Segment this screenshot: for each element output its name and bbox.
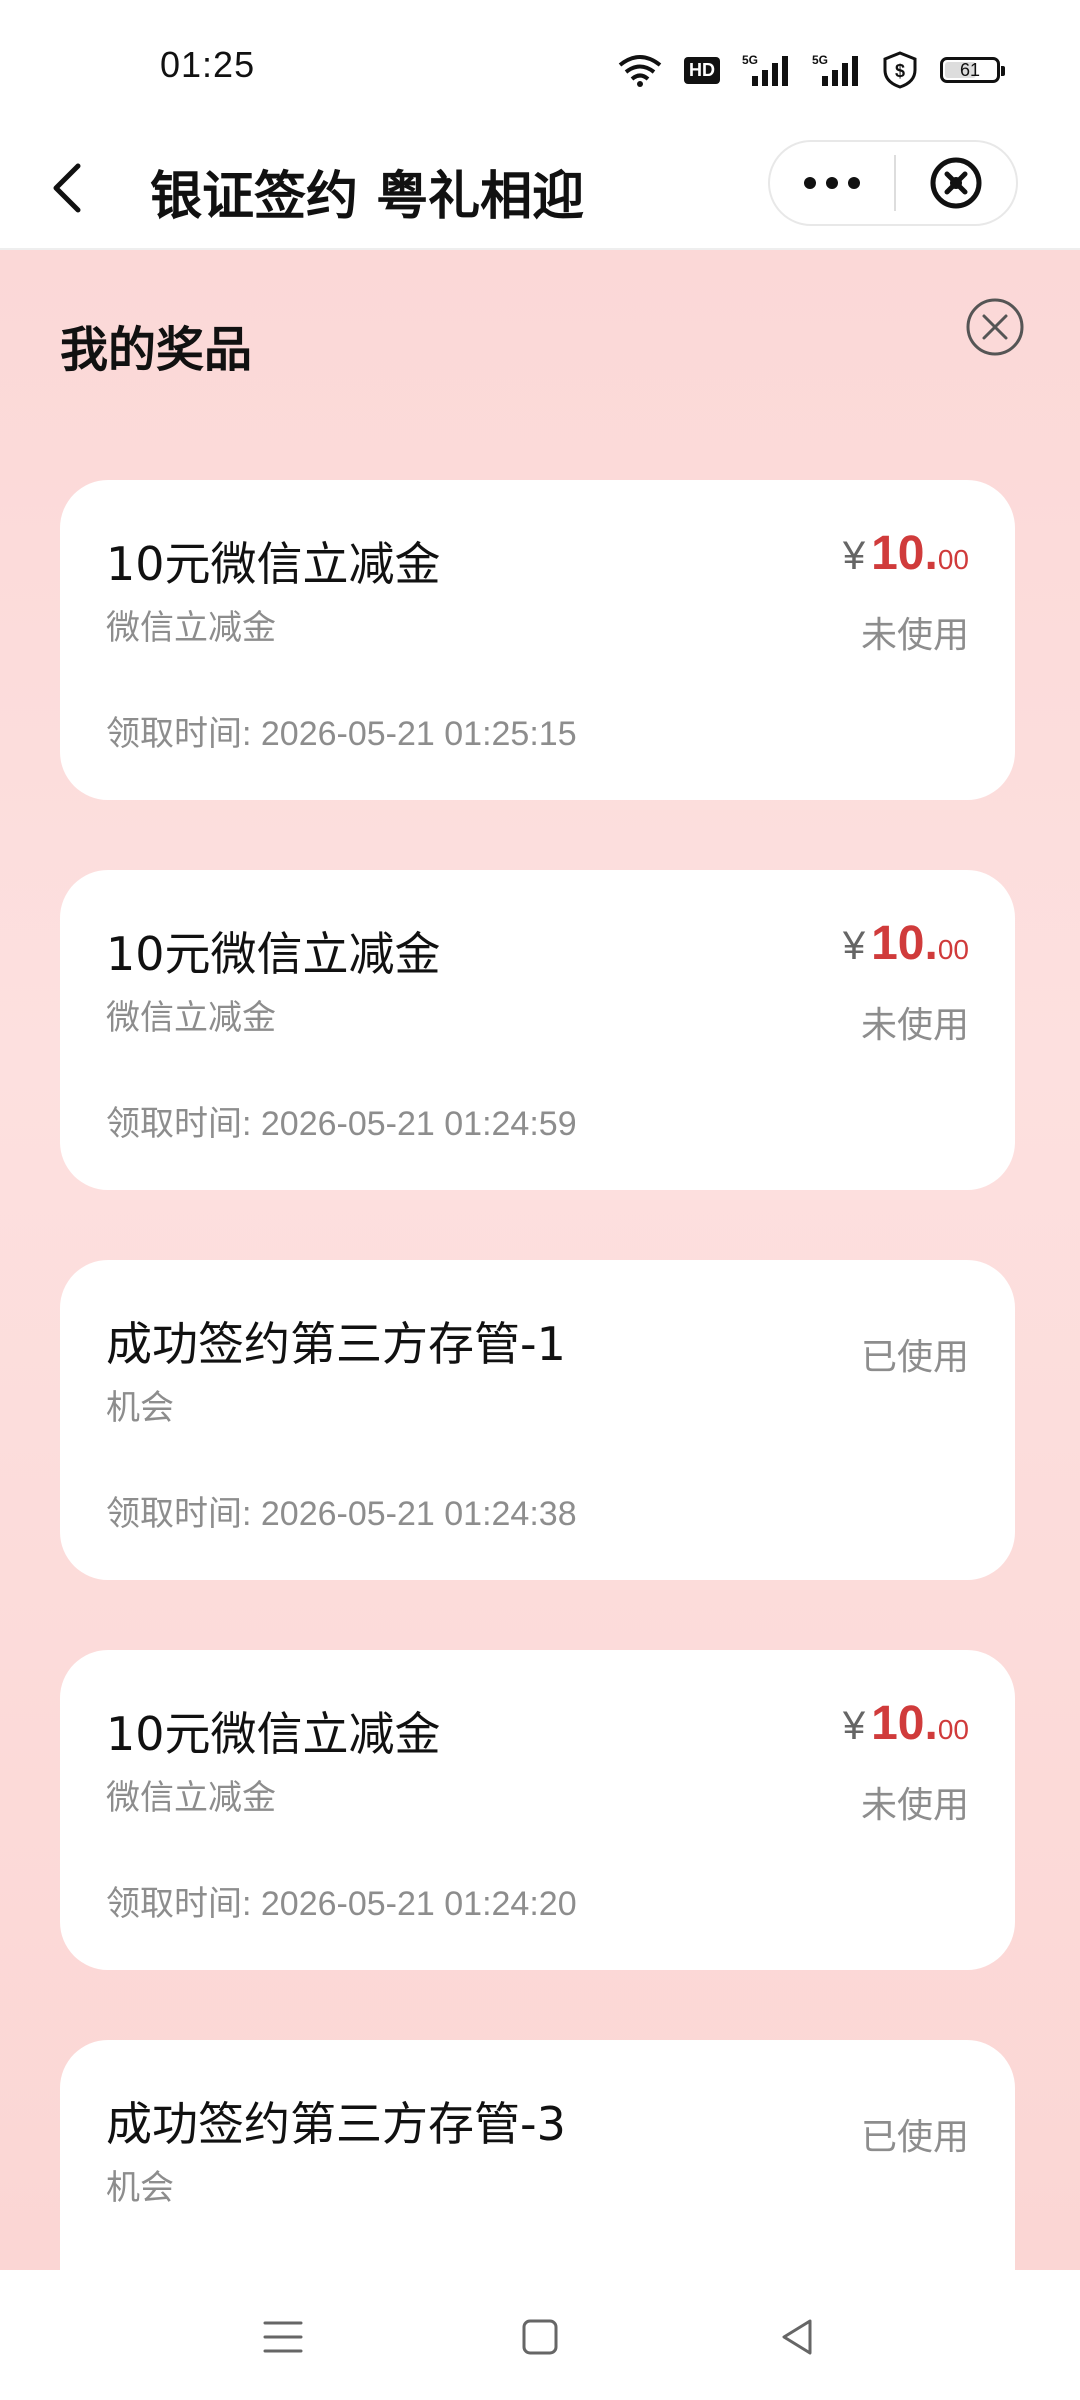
more-button[interactable]	[770, 142, 894, 224]
prize-status: 未使用	[860, 1785, 969, 1826]
prize-card[interactable]: 10元微信立减金 微信立减金 领取时间: 2026-05-21 01:24:20…	[60, 1650, 1015, 1970]
battery-icon: 61	[940, 57, 1005, 83]
prize-type: 机会	[106, 1388, 174, 1428]
signal-2-label: 5G	[812, 53, 828, 67]
prize-name: 10元微信立减金	[106, 537, 441, 591]
signal-1-label: 5G	[742, 53, 758, 67]
price-integer: 10.	[871, 1697, 938, 1750]
square-icon	[522, 2319, 558, 2355]
header: 银证签约 粤礼相迎	[0, 130, 1080, 250]
close-circle-icon	[966, 298, 1024, 356]
chevron-left-icon	[53, 163, 81, 213]
prize-price: ¥ 10. 00	[843, 526, 969, 581]
prize-type: 微信立减金	[106, 998, 276, 1038]
more-dots-icon	[804, 177, 860, 189]
price-integer: 10.	[871, 917, 938, 970]
prize-name: 10元微信立减金	[106, 927, 441, 981]
status-time: 01:25	[160, 44, 256, 85]
page-title: 银证签约 粤礼相迎	[150, 167, 585, 227]
mini-program-capsule	[768, 140, 1018, 226]
prize-price: ¥ 10. 00	[843, 916, 969, 971]
price-decimal: 00	[937, 544, 969, 575]
wifi-icon	[618, 53, 662, 87]
prize-status: 未使用	[860, 1005, 969, 1046]
prize-time: 领取时间: 2026-05-21 01:25:15	[106, 715, 577, 753]
price-decimal: 00	[937, 1714, 969, 1745]
prize-card[interactable]: 10元微信立减金 微信立减金 领取时间: 2026-05-21 01:25:15…	[60, 480, 1015, 800]
signal-icon-2: 5G	[812, 52, 860, 88]
hd-voice-icon: HD	[684, 56, 720, 84]
close-circle-icon	[930, 157, 982, 209]
back-button[interactable]	[36, 156, 100, 220]
prize-name: 成功签约第三方存管-3	[106, 2097, 566, 2151]
back-nav-button[interactable]	[765, 2304, 831, 2370]
home-button[interactable]	[507, 2304, 573, 2370]
menu-icon	[263, 2321, 303, 2353]
prize-name: 成功签约第三方存管-1	[106, 1317, 566, 1371]
prize-panel: 我的奖品 10元微信立减金 微信立减金 领取时间: 2026-05-21 01:…	[0, 250, 1080, 2270]
system-nav-bar	[0, 2270, 1080, 2400]
price-currency: ¥	[842, 1704, 866, 1748]
prize-status: 已使用	[860, 2117, 969, 2158]
exit-button[interactable]	[896, 142, 1016, 224]
battery-level: 61	[959, 59, 981, 80]
prize-time: 领取时间: 2026-05-21 01:24:38	[106, 1495, 577, 1533]
prize-type: 机会	[106, 2168, 174, 2208]
prize-time: 领取时间: 2026-05-21 01:24:59	[106, 1105, 577, 1143]
status-icons: HD 5G 5G $ 61	[618, 48, 1005, 92]
prize-card[interactable]: 成功签约第三方存管-3 机会 已使用	[60, 2040, 1015, 2270]
price-currency: ¥	[842, 534, 866, 578]
prize-status: 已使用	[860, 1337, 969, 1378]
prize-name: 10元微信立减金	[106, 1707, 441, 1761]
shield-dollar-icon: $	[882, 51, 918, 89]
prize-status: 未使用	[860, 615, 969, 656]
price-currency: ¥	[842, 924, 866, 968]
panel-title: 我的奖品	[60, 322, 253, 378]
prize-card[interactable]: 成功签约第三方存管-1 机会 领取时间: 2026-05-21 01:24:38…	[60, 1260, 1015, 1580]
signal-icon: 5G	[742, 52, 790, 88]
triangle-back-icon	[782, 2319, 812, 2355]
prize-price: ¥ 10. 00	[843, 1696, 969, 1751]
price-decimal: 00	[937, 934, 969, 965]
prize-type: 微信立减金	[106, 608, 276, 648]
menu-button[interactable]	[250, 2304, 316, 2370]
prize-type: 微信立减金	[106, 1778, 276, 1818]
panel-close-button[interactable]	[964, 296, 1026, 358]
svg-text:$: $	[895, 61, 905, 81]
price-integer: 10.	[871, 527, 938, 580]
status-bar: 01:25 HD 5G 5G $ 61	[0, 0, 1080, 130]
prize-card[interactable]: 10元微信立减金 微信立减金 领取时间: 2026-05-21 01:24:59…	[60, 870, 1015, 1190]
prize-time: 领取时间: 2026-05-21 01:24:20	[106, 1885, 577, 1923]
